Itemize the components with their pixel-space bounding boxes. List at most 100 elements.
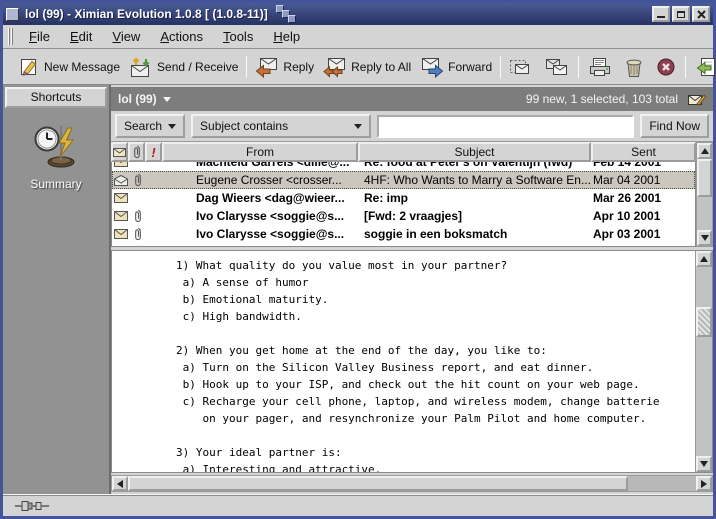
sent-cell: Mar 26 2001 [590,191,695,205]
scroll-left-button[interactable] [112,476,128,491]
scrollbar-thumb[interactable] [697,159,712,197]
scroll-up-button[interactable] [696,251,712,267]
folder-selector[interactable]: lol (99) [118,92,171,106]
message-list-scrollbar [696,142,713,247]
search-input[interactable] [377,115,634,138]
paperclip-icon [134,209,142,223]
stop-icon [655,56,677,78]
message-row[interactable]: Machteld Garrels <dille@...Re: food at P… [112,162,695,171]
from-cell: Dag Wieers <dag@wieer... [163,191,359,205]
reply-button[interactable]: Reply [251,54,318,80]
forward-button[interactable]: Forward [416,54,496,80]
from-cell: Ivo Clarysse <soggie@s... [163,227,359,241]
folder-name: lol (99) [118,92,157,106]
menu-grip-handle[interactable] [8,28,13,45]
paperclip-icon [134,227,142,241]
scroll-up-button[interactable] [697,143,712,159]
folder-status: 99 new, 1 selected, 103 total [526,92,678,106]
subject-cell: Re: imp [359,191,590,205]
sent-cell: Feb 14 2001 [590,162,695,169]
sidebar-item-summary[interactable]: Summary [30,124,81,191]
message-body: 1) What quality do you value most in you… [112,251,695,473]
delete-button[interactable] [618,54,650,80]
from-cell: Eugene Crosser <crosser... [163,173,359,187]
from-cell: Ivo Clarysse <soggie@s... [163,209,359,223]
column-attachment[interactable] [128,142,145,162]
toolbar-separator [685,56,686,78]
shortcuts-button[interactable]: Shortcuts [5,87,107,108]
sent-cell: Mar 04 2001 [590,173,695,187]
reply-icon [255,56,279,78]
send-receive-button[interactable]: Send / Receive [125,54,242,80]
column-sent[interactable]: Sent [591,142,696,162]
new-message-button[interactable]: New Message [14,54,124,80]
menu-file[interactable]: File [20,26,59,47]
message-status-cell [112,229,129,239]
scrollbar-thumb[interactable] [696,307,712,337]
column-subject[interactable]: Subject [358,142,591,162]
chevron-down-icon [354,124,362,129]
envelope-icon [113,148,126,157]
forward-icon [420,56,444,78]
attachment-cell [129,227,146,241]
message-status-cell [112,193,129,203]
titlebar[interactable]: lol (99) - Ximian Evolution 1.0.8 [ (1.0… [3,3,713,25]
scrollbar-track[interactable] [628,476,696,491]
message-list-header: ! From Subject Sent [111,142,696,162]
copy-to-folder-button[interactable] [540,54,574,80]
message-status-cell [112,211,129,221]
minimize-button[interactable] [652,6,670,22]
closed-envelope-icon [114,229,128,239]
open-envelope-icon [114,175,128,186]
summary-clock-icon [32,124,80,170]
menu-tools[interactable]: Tools [214,26,262,47]
message-status-cell [112,175,129,186]
compose-mini-icon[interactable] [688,93,706,106]
find-now-button[interactable]: Find Now [640,114,709,138]
toolbar: New Message Send / Receive Reply Reply t… [3,49,713,85]
arrow-right-icon [701,480,707,488]
reply-all-icon [323,56,347,78]
previous-message-button[interactable] [690,54,716,80]
sidebar-item-label: Summary [30,177,81,191]
search-menu-button[interactable]: Search [115,114,185,138]
scroll-right-button[interactable] [696,476,712,491]
scroll-down-button[interactable] [697,230,712,246]
menu-actions[interactable]: Actions [151,26,212,47]
arrow-up-icon [701,148,709,154]
scrollbar-track[interactable] [696,267,712,307]
message-row[interactable]: Ivo Clarysse <soggie@s...soggie in een b… [112,225,695,243]
message-rows: Machteld Garrels <dille@...Re: food at P… [111,162,696,247]
column-priority[interactable]: ! [145,142,162,162]
stop-button[interactable] [651,54,681,80]
toolbar-separator [500,56,501,78]
message-row[interactable]: Ivo Clarysse <soggie@s...[Fwd: 2 vraagje… [112,207,695,225]
message-row[interactable]: Eugene Crosser <crosser...4HF: Who Wants… [112,171,695,189]
scroll-down-button[interactable] [696,456,712,472]
column-from[interactable]: From [162,142,358,162]
move-to-folder-button[interactable] [505,54,539,80]
titlebar-decoration [276,3,296,25]
arrow-left-icon [117,480,123,488]
arrow-down-icon [700,461,708,467]
menu-bar: File Edit View Actions Tools Help [3,25,713,49]
search-criteria-dropdown[interactable]: Subject contains [191,114,371,138]
arrow-up-icon [700,256,708,262]
move-message-icon [509,56,535,78]
scrollbar-track[interactable] [697,197,712,230]
paperclip-icon [134,173,142,187]
print-button[interactable] [583,54,617,80]
maximize-button[interactable] [672,6,690,22]
scrollbar-track[interactable] [696,337,712,456]
chevron-down-icon [168,124,176,129]
send-receive-icon [129,56,153,78]
column-status[interactable] [111,142,128,162]
message-row[interactable]: Dag Wieers <dag@wieer...Re: impMar 26 20… [112,189,695,207]
closed-envelope-icon [114,162,128,167]
menu-help[interactable]: Help [264,26,309,47]
menu-edit[interactable]: Edit [61,26,101,47]
scrollbar-thumb[interactable] [128,476,628,491]
reply-to-all-button[interactable]: Reply to All [319,54,415,80]
menu-view[interactable]: View [103,26,149,47]
close-button[interactable] [692,6,710,22]
